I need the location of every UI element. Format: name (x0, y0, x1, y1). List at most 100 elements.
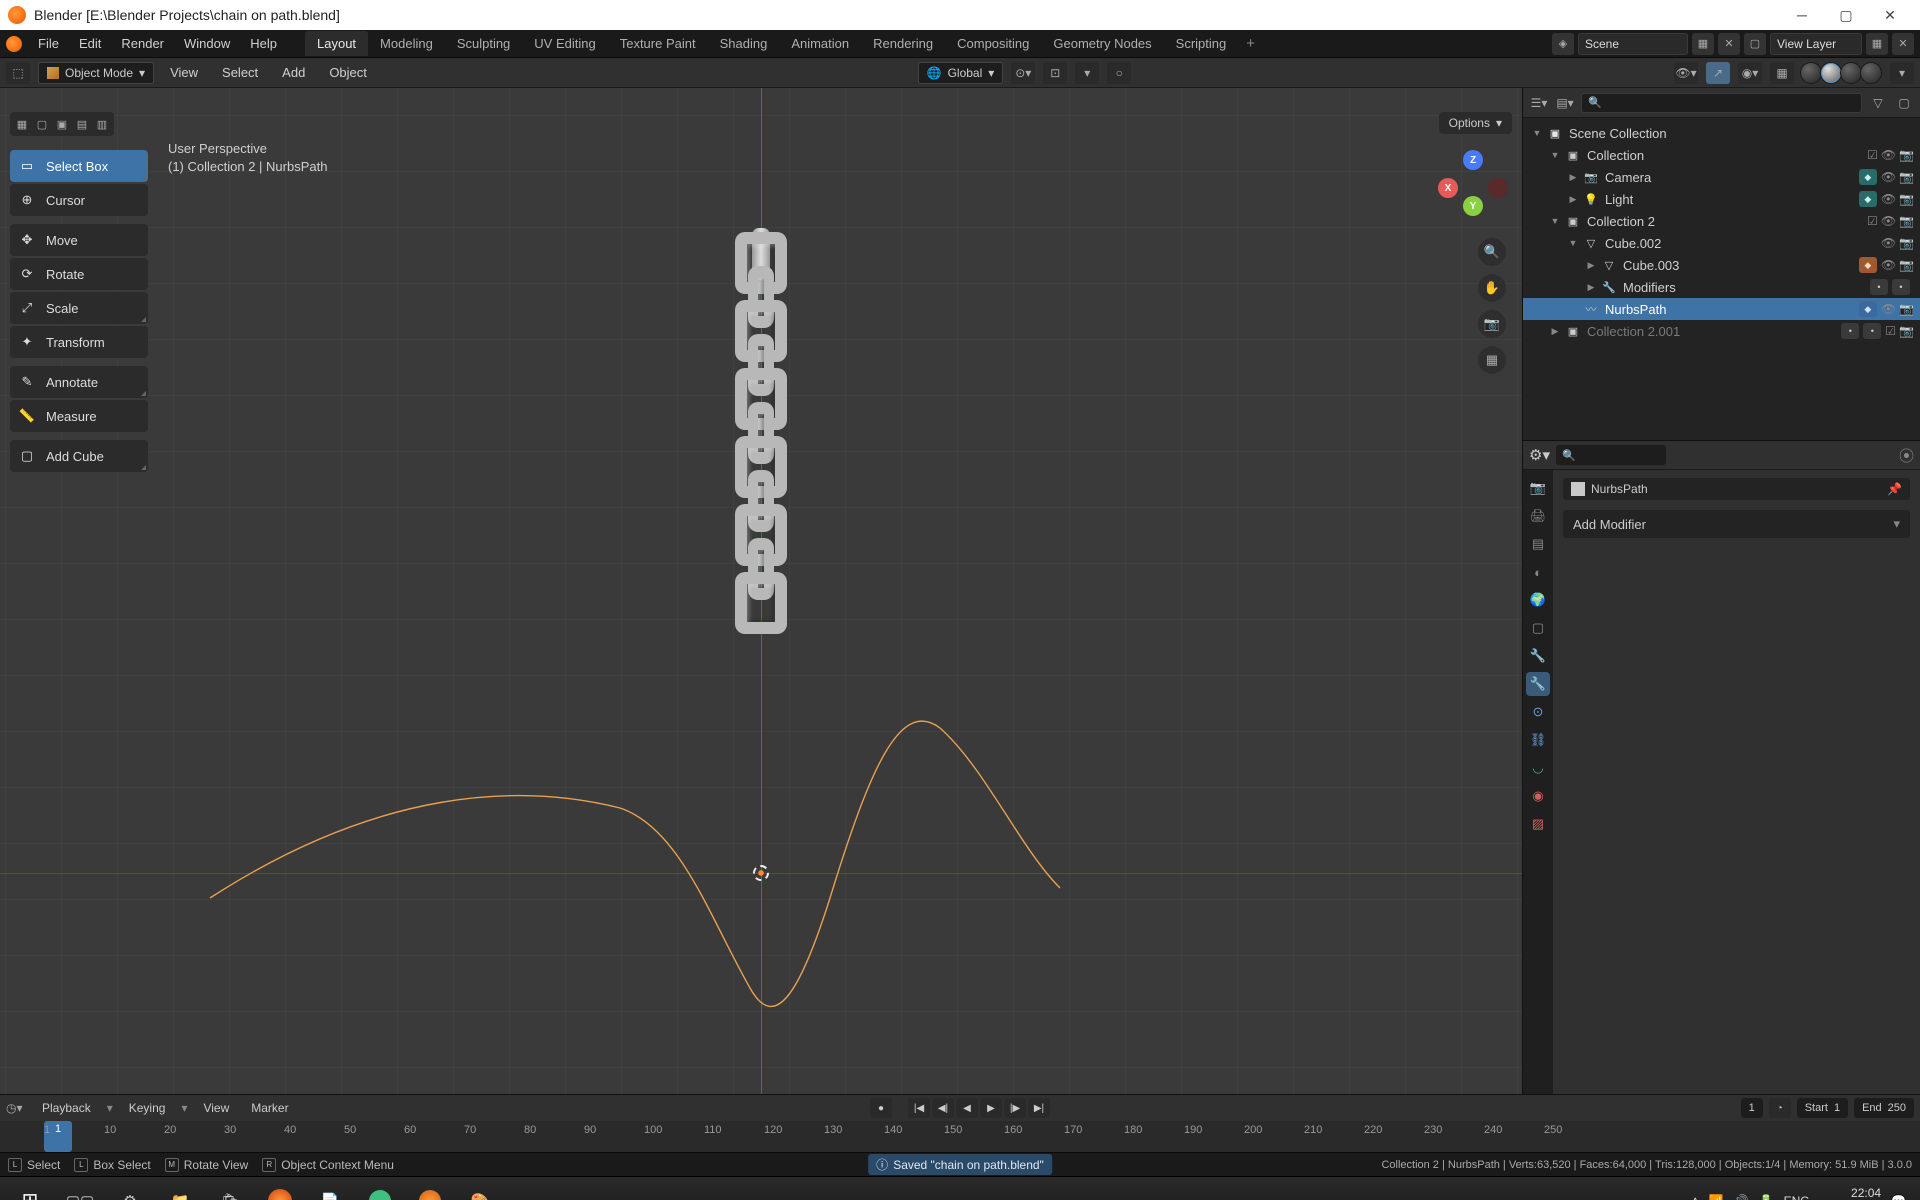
menu-file[interactable]: File (28, 32, 69, 55)
tab-scene[interactable]: ◐ (1526, 560, 1550, 584)
shading-rendered[interactable] (1860, 62, 1882, 84)
scene-icon[interactable]: ◈ (1552, 33, 1574, 55)
tray-notifications-icon[interactable]: 💬 (1891, 1194, 1906, 1200)
workspace-tab-compositing[interactable]: Compositing (945, 31, 1041, 56)
3d-viewport[interactable]: ▦ ▢ ▣ ▤ ▥ User Perspective (1) Collectio… (0, 88, 1522, 1094)
properties-breadcrumb[interactable]: NurbsPath 📌 (1563, 478, 1910, 500)
camera-view-icon[interactable]: 📷 (1478, 310, 1506, 338)
pin-icon[interactable]: ⦿ (1899, 445, 1914, 466)
workspace-tab-animation[interactable]: Animation (779, 31, 861, 56)
cam-toggle[interactable]: 📷 (1899, 214, 1914, 228)
workspace-tab-rendering[interactable]: Rendering (861, 31, 945, 56)
outliner-row[interactable]: ▶ ▣ Collection 2.001 •• ☑📷 (1523, 320, 1920, 342)
outliner-row[interactable]: ▶ 📷 Camera ◆ 👁📷 (1523, 166, 1920, 188)
outliner-row[interactable]: ▼ ▣ Collection ☑👁📷 (1523, 144, 1920, 166)
timeline-menu-playback[interactable]: Playback (36, 1099, 97, 1117)
maximize-button[interactable]: ▢ (1824, 0, 1868, 30)
select-mode-icon-3[interactable]: ▣ (52, 114, 72, 134)
viewlayer-close-button[interactable]: ✕ (1892, 33, 1914, 55)
tab-world[interactable]: 🌍 (1526, 588, 1550, 612)
timeline-type-icon[interactable]: ◷▾ (6, 1101, 26, 1115)
jump-start-button[interactable]: |◀ (908, 1098, 930, 1118)
zoom-icon[interactable]: 🔍 (1478, 238, 1506, 266)
tab-modifiers[interactable]: 🔧 (1526, 644, 1550, 668)
shading-wireframe[interactable] (1800, 62, 1822, 84)
tray-battery-icon[interactable]: 🔋 (1759, 1194, 1774, 1200)
timeline-menu-keying[interactable]: Keying (123, 1099, 172, 1117)
tab-object[interactable]: ▢ (1526, 616, 1550, 640)
outliner-row[interactable]: ▶ 🔧 Modifiers •• (1523, 276, 1920, 298)
tab-render[interactable]: 📷 (1526, 476, 1550, 500)
workspace-add-button[interactable]: + (1238, 31, 1263, 56)
cam-toggle[interactable]: 📷 (1899, 192, 1914, 206)
cam-toggle[interactable]: 📷 (1899, 324, 1914, 338)
menu-render[interactable]: Render (111, 32, 174, 55)
tool-add-cube[interactable]: ▢Add Cube (10, 440, 148, 472)
end-frame-field[interactable]: End 250 (1854, 1098, 1914, 1118)
taskbar-app-icon[interactable] (356, 1180, 404, 1200)
viewport-menu-add[interactable]: Add (274, 62, 313, 83)
taskbar-blender-icon[interactable] (406, 1180, 454, 1200)
viewlayer-new-button[interactable]: ▦ (1866, 33, 1888, 55)
tool-move[interactable]: ✥Move (10, 224, 148, 256)
orientation-selector[interactable]: 🌐 Global ▾ (918, 62, 1004, 84)
workspace-tab-shading[interactable]: Shading (708, 31, 780, 56)
menu-help[interactable]: Help (240, 32, 287, 55)
tab-physics[interactable]: ⊙ (1526, 700, 1550, 724)
tool-rotate[interactable]: ⟳Rotate (10, 258, 148, 290)
outliner-type-icon[interactable]: ☰▾ (1529, 93, 1549, 113)
tab-texture[interactable]: ▨ (1526, 812, 1550, 836)
taskview-button[interactable]: ▢▢ (56, 1180, 104, 1200)
select-mode-icon-5[interactable]: ▥ (92, 114, 112, 134)
select-mode-icon[interactable]: ▦ (12, 114, 32, 134)
timeline-track[interactable]: 1 11020304050607080901001101201301401501… (0, 1121, 1920, 1152)
taskbar-app2-icon[interactable]: 🎨 (456, 1180, 504, 1200)
disclosure-icon[interactable]: ▼ (1531, 128, 1543, 138)
keyframe-prev-button[interactable]: ◀| (932, 1098, 954, 1118)
disclosure-icon[interactable]: ▼ (1549, 150, 1561, 160)
tab-output[interactable]: 🖨 (1526, 504, 1550, 528)
workspace-tab-modeling[interactable]: Modeling (368, 31, 445, 56)
workspace-tab-uv[interactable]: UV Editing (522, 31, 607, 56)
tool-scale[interactable]: ⤢Scale (10, 292, 148, 324)
viewport-menu-view[interactable]: View (162, 62, 206, 83)
check-toggle[interactable]: ☑ (1885, 324, 1896, 338)
options-dropdown[interactable]: Options ▾ (1439, 112, 1512, 134)
preview-range-toggle[interactable]: ◔ (1769, 1098, 1791, 1118)
disclosure-icon[interactable]: ▶ (1567, 172, 1579, 183)
close-button[interactable]: ✕ (1868, 0, 1912, 30)
viewlayer-selector[interactable]: View Layer (1770, 33, 1862, 55)
outliner-row[interactable]: 〰 NurbsPath ◆ 👁📷 (1523, 298, 1920, 320)
menu-window[interactable]: Window (174, 32, 240, 55)
play-button[interactable]: ▶ (980, 1098, 1002, 1118)
outliner-row[interactable]: ▼ ▽ Cube.002 👁📷 (1523, 232, 1920, 254)
disclosure-icon[interactable]: ▼ (1567, 238, 1579, 248)
outliner-display-mode-icon[interactable]: ▤▾ (1555, 93, 1575, 113)
check-toggle[interactable]: ☑ (1867, 214, 1878, 228)
scene-selector[interactable]: Scene (1578, 33, 1688, 55)
workspace-tab-scripting[interactable]: Scripting (1164, 31, 1239, 56)
workspace-tab-geonodes[interactable]: Geometry Nodes (1041, 31, 1163, 56)
timeline-menu-view[interactable]: View (197, 1099, 235, 1117)
play-reverse-button[interactable]: ◀ (956, 1098, 978, 1118)
shading-matpreview[interactable] (1840, 62, 1862, 84)
mode-selector[interactable]: Object Mode ▾ (38, 62, 154, 84)
disclosure-icon[interactable]: ▶ (1567, 194, 1579, 205)
taskbar-store-icon[interactable]: 🛍 (206, 1180, 254, 1200)
tray-clock[interactable]: 22:04 26-05-2022 (1820, 1187, 1881, 1200)
cam-toggle[interactable]: 📷 (1899, 170, 1914, 184)
tab-constraints[interactable]: ⛓ (1526, 728, 1550, 752)
eye-toggle[interactable]: 👁 (1881, 192, 1896, 206)
eye-toggle[interactable]: 👁 (1881, 170, 1896, 184)
start-button[interactable]: ⊞ (6, 1180, 54, 1200)
eye-toggle[interactable]: 👁 (1881, 302, 1896, 316)
pin-icon[interactable]: 📌 (1887, 482, 1902, 496)
jump-end-button[interactable]: ▶| (1028, 1098, 1050, 1118)
scene-close-button[interactable]: ✕ (1718, 33, 1740, 55)
tab-data[interactable]: ◡ (1526, 756, 1550, 780)
taskbar-settings-icon[interactable]: ⚙ (106, 1180, 154, 1200)
nav-gizmo[interactable]: Z X Y (1438, 150, 1508, 220)
eye-toggle[interactable]: 👁 (1881, 258, 1896, 272)
taskbar-firefox-icon[interactable] (256, 1180, 304, 1200)
eye-toggle[interactable]: 👁 (1881, 148, 1896, 162)
